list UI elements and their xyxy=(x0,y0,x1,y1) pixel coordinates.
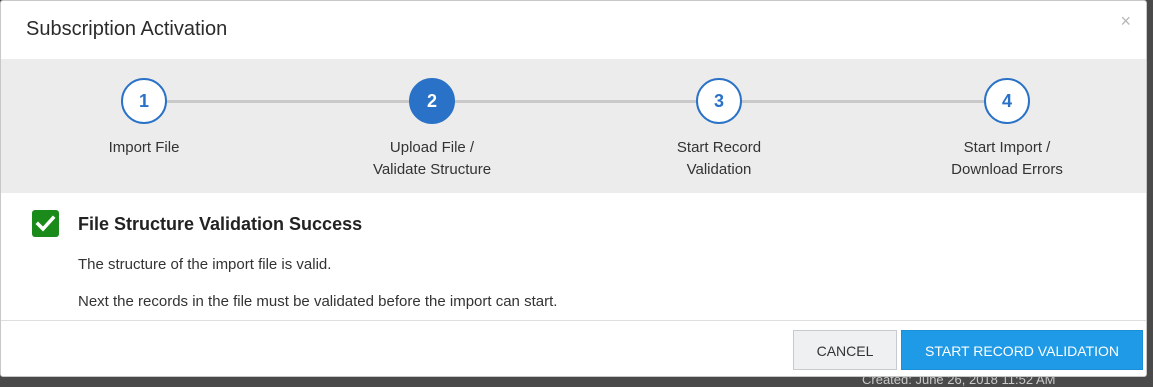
modal-header: Subscription Activation × xyxy=(1,1,1146,59)
result-next-step-message: Next the records in the file must be val… xyxy=(78,293,558,310)
step-label: Start Record Validation xyxy=(619,137,819,181)
step-label: Import File xyxy=(44,137,244,159)
modal-title: Subscription Activation xyxy=(26,18,228,40)
subscription-activation-modal: Subscription Activation × 1 Import File … xyxy=(0,0,1147,377)
start-record-validation-button[interactable]: START RECORD VALIDATION xyxy=(901,330,1143,370)
step-label-line: Download Errors xyxy=(951,161,1063,178)
check-icon xyxy=(32,210,59,237)
wizard-step-2: 2 Upload File / Validate Structure xyxy=(332,78,532,181)
step-number-circle: 3 xyxy=(696,78,742,124)
step-number-circle: 1 xyxy=(121,78,167,124)
wizard-progress-line xyxy=(144,100,1007,103)
wizard-steps: 1 Import File 2 Upload File / Validate S… xyxy=(1,59,1146,193)
step-label-line: Start Import / xyxy=(963,139,1051,156)
step-number-circle: 2 xyxy=(409,78,455,124)
result-message: The structure of the import file is vali… xyxy=(78,256,332,273)
step-label-line: Upload File / xyxy=(389,139,475,156)
modal-footer: CANCEL START RECORD VALIDATION xyxy=(1,320,1146,376)
cancel-button[interactable]: CANCEL xyxy=(793,330,897,370)
step-label-line: Validation xyxy=(686,161,752,178)
wizard-step-4: 4 Start Import / Download Errors xyxy=(907,78,1107,181)
wizard-step-1: 1 Import File xyxy=(44,78,244,159)
step-label: Start Import / Download Errors xyxy=(907,137,1107,181)
step-label-line: Start Record xyxy=(676,139,762,156)
step-number-circle: 4 xyxy=(984,78,1030,124)
step-label-line: Import File xyxy=(108,139,180,156)
wizard-step-3: 3 Start Record Validation xyxy=(619,78,819,181)
validation-result: File Structure Validation Success The st… xyxy=(1,193,1146,320)
close-icon[interactable]: × xyxy=(1120,12,1131,30)
step-label: Upload File / Validate Structure xyxy=(332,137,532,181)
step-label-line: Validate Structure xyxy=(372,161,492,178)
result-title: File Structure Validation Success xyxy=(78,214,363,234)
